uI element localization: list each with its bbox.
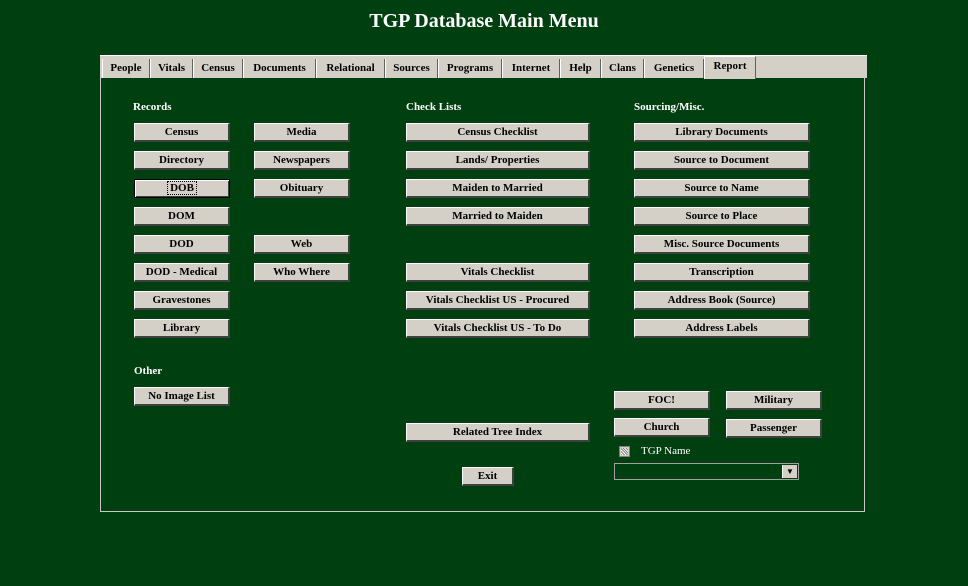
other-heading: Other (134, 365, 163, 377)
tab-people[interactable]: People (102, 59, 150, 78)
tab-relational[interactable]: Relational (316, 59, 385, 78)
who-where-button[interactable]: Who Where (254, 263, 350, 282)
tgp-name-label: TGP Name (641, 445, 691, 457)
directory-button[interactable]: Directory (134, 151, 230, 170)
exit-button[interactable]: Exit (462, 467, 514, 486)
census-checklist-button[interactable]: Census Checklist (406, 123, 590, 142)
tab-internet[interactable]: Internet (502, 59, 560, 78)
foc-button[interactable]: FOC! (614, 391, 710, 410)
records-heading: Records (133, 101, 172, 113)
newspapers-button[interactable]: Newspapers (254, 151, 350, 170)
dod-medical-button[interactable]: DOD - Medical (134, 263, 230, 282)
checklists-heading: Check Lists (406, 101, 462, 113)
no-image-list-button[interactable]: No Image List (134, 387, 230, 406)
source-to-name-button[interactable]: Source to Name (634, 179, 810, 198)
source-to-document-button[interactable]: Source to Document (634, 151, 810, 170)
source-to-place-button[interactable]: Source to Place (634, 207, 810, 226)
lands-properties-button[interactable]: Lands/ Properties (406, 151, 590, 170)
address-labels-button[interactable]: Address Labels (634, 319, 810, 338)
census-button[interactable]: Census (134, 123, 230, 142)
tab-help[interactable]: Help (560, 59, 601, 78)
dob-button-label: DOB (167, 181, 197, 195)
tab-sources[interactable]: Sources (385, 59, 438, 78)
military-button[interactable]: Military (726, 391, 822, 410)
obituary-button[interactable]: Obituary (254, 179, 350, 198)
tab-strip: People Vitals Census Documents Relationa… (100, 55, 867, 79)
media-button[interactable]: Media (254, 123, 350, 142)
library-documents-button[interactable]: Library Documents (634, 123, 810, 142)
tgp-name-checkbox[interactable] (619, 446, 630, 457)
tgp-name-dropdown[interactable]: ▼ (614, 463, 799, 480)
web-button[interactable]: Web (254, 235, 350, 254)
chevron-down-icon[interactable]: ▼ (782, 465, 797, 478)
gravestones-button[interactable]: Gravestones (134, 291, 230, 310)
address-book-source-button[interactable]: Address Book (Source) (634, 291, 810, 310)
vitals-checklist-button[interactable]: Vitals Checklist (406, 263, 590, 282)
tab-documents[interactable]: Documents (243, 59, 316, 78)
dob-button[interactable]: DOB (134, 179, 230, 198)
tab-programs[interactable]: Programs (438, 59, 502, 78)
related-tree-index-button[interactable]: Related Tree Index (406, 423, 590, 442)
passenger-button[interactable]: Passenger (726, 419, 822, 438)
vitals-checklist-us-procured-button[interactable]: Vitals Checklist US - Procured (406, 291, 590, 310)
vitals-checklist-us-todo-button[interactable]: Vitals Checklist US - To Do (406, 319, 590, 338)
misc-source-documents-button[interactable]: Misc. Source Documents (634, 235, 810, 254)
library-button[interactable]: Library (134, 319, 230, 338)
tab-vitals[interactable]: Vitals (150, 59, 193, 78)
maiden-to-married-button[interactable]: Maiden to Married (406, 179, 590, 198)
church-button[interactable]: Church (614, 418, 710, 437)
married-to-maiden-button[interactable]: Married to Maiden (406, 207, 590, 226)
tab-genetics[interactable]: Genetics (644, 59, 704, 78)
dod-button[interactable]: DOD (134, 235, 230, 254)
sourcing-heading: Sourcing/Misc. (634, 101, 705, 113)
page-title: TGP Database Main Menu (369, 10, 599, 32)
transcription-button[interactable]: Transcription (634, 263, 810, 282)
tab-census[interactable]: Census (193, 59, 243, 78)
tab-clans[interactable]: Clans (601, 59, 644, 78)
dom-button[interactable]: DOM (134, 207, 230, 226)
tab-report[interactable]: Report (704, 56, 756, 79)
